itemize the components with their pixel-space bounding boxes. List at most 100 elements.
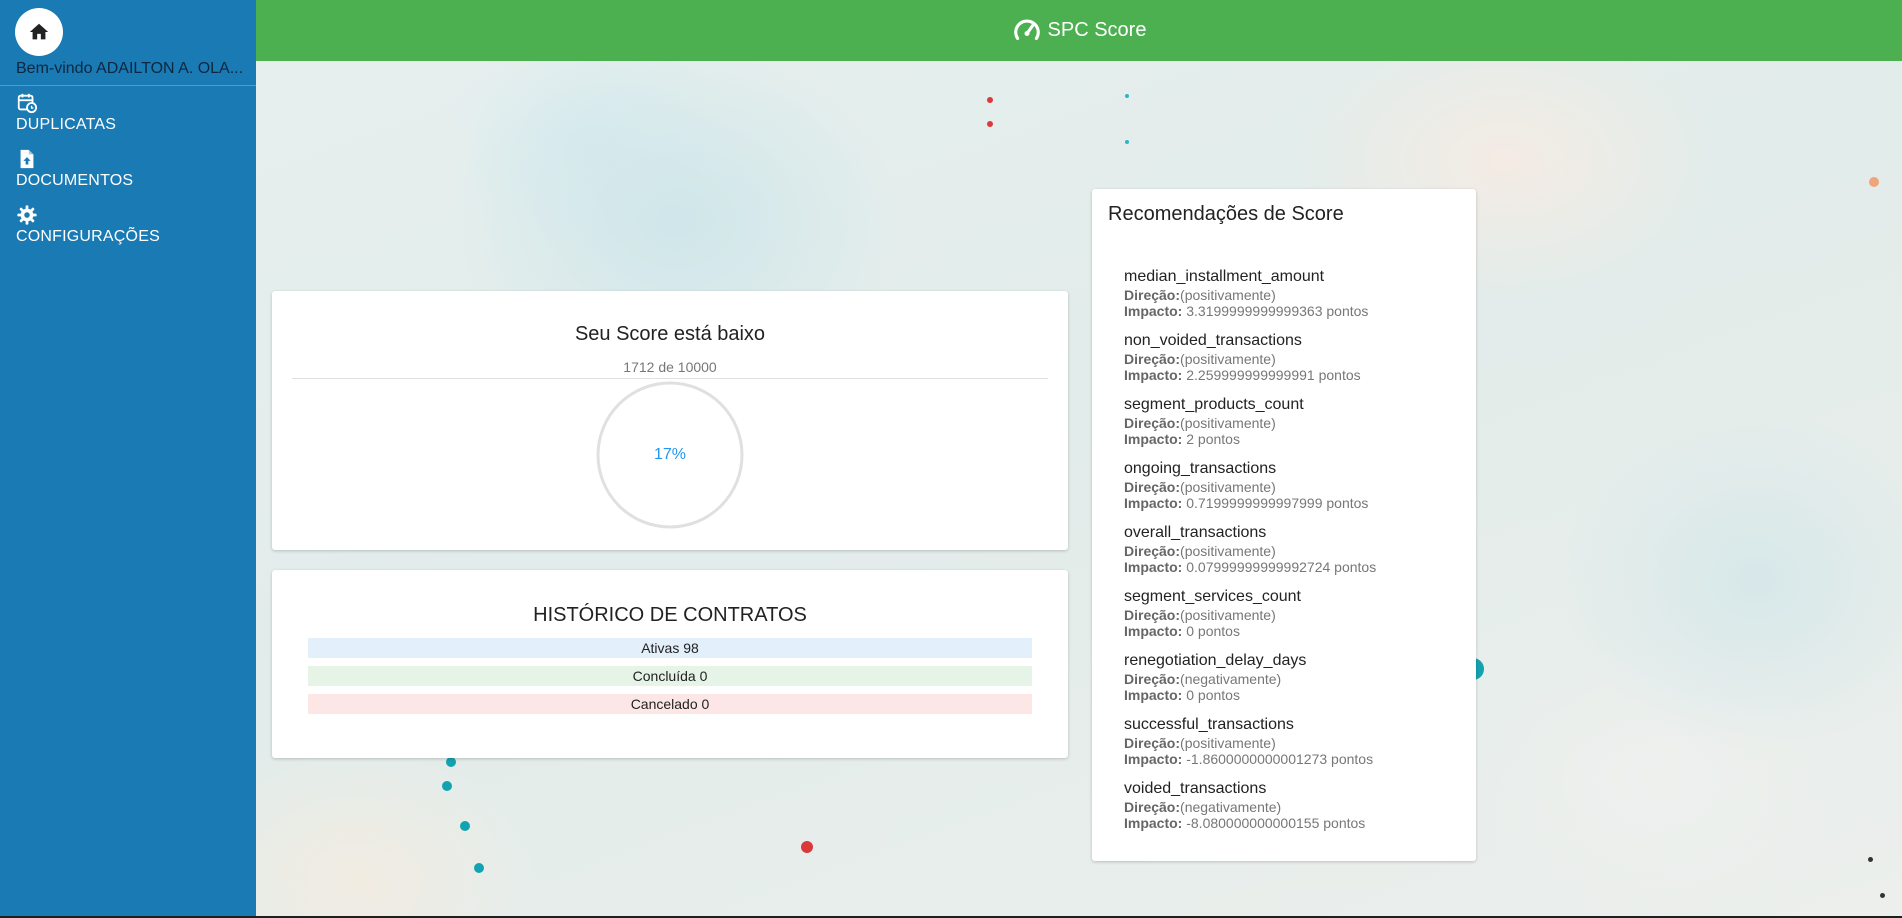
- impact-label: Impacto:: [1124, 687, 1183, 703]
- recommendation-direction: Direção:(positivamente): [1124, 735, 1464, 751]
- recommendation-direction: Direção:(positivamente): [1124, 607, 1464, 623]
- score-value: 1712 de 10000: [623, 359, 717, 375]
- welcome-text: Bem-vindo ADAILTON A. OLA...: [16, 60, 244, 77]
- direction-label: Direção:: [1124, 479, 1181, 495]
- paint-dot: [446, 757, 456, 767]
- contracts-active-bar: Ativas 98: [308, 638, 1032, 658]
- direction-label: Direção:: [1124, 351, 1181, 367]
- impact-label: Impacto:: [1124, 751, 1183, 767]
- recommendation-name: successful_transactions: [1124, 716, 1294, 733]
- direction-value: (negativamente): [1180, 671, 1282, 687]
- recommendation-name: renegotiation_delay_days: [1124, 652, 1307, 669]
- direction-value: (positivamente): [1180, 351, 1276, 367]
- impact-label: Impacto:: [1124, 431, 1183, 447]
- impact-value: 2 pontos: [1186, 431, 1240, 447]
- home-icon: [29, 23, 49, 40]
- direction-label: Direção:: [1124, 607, 1181, 623]
- direction-label: Direção:: [1124, 415, 1181, 431]
- recommendation-impact: Impacto: -8.080000000000155 pontos: [1124, 815, 1464, 831]
- file-upload-icon: [20, 149, 34, 169]
- impact-value: -8.080000000000155 pontos: [1186, 815, 1366, 831]
- recommendation-impact: Impacto: 2.259999999999991 pontos: [1124, 367, 1464, 383]
- impact-value: 0.07999999999992724 pontos: [1186, 559, 1377, 575]
- direction-value: (positivamente): [1180, 479, 1276, 495]
- impact-label: Impacto:: [1124, 559, 1183, 575]
- paint-dot: [987, 121, 993, 127]
- sidebar-item-configuracoes[interactable]: CONFIGURAÇÕES: [16, 204, 236, 246]
- recommendation-direction: Direção:(positivamente): [1124, 415, 1464, 431]
- paint-dot: [442, 781, 452, 791]
- home-button[interactable]: [15, 8, 63, 56]
- impact-value: 0 pontos: [1186, 623, 1240, 639]
- sidebar-item-documentos[interactable]: DOCUMENTOS: [16, 148, 236, 190]
- impact-label: Impacto:: [1124, 815, 1183, 831]
- sidebar-divider: [0, 85, 256, 86]
- sidebar-item-label: DOCUMENTOS: [16, 172, 134, 189]
- direction-value: (positivamente): [1180, 607, 1276, 623]
- impact-value: 0.7199999999997999 pontos: [1186, 495, 1369, 511]
- recommendation-impact: Impacto: 3.3199999999999363 pontos: [1124, 303, 1464, 319]
- score-card: Seu Score está baixo 1712 de 10000 17%: [272, 291, 1068, 550]
- calendar-clock-icon: [17, 93, 38, 114]
- recommendations-title: Recomendações de Score: [1108, 203, 1344, 225]
- recommendation-impact: Impacto: 0.7199999999997999 pontos: [1124, 495, 1464, 511]
- paint-dot: [801, 841, 813, 853]
- recommendation-item: median_installment_amount Direção:(positi…: [1124, 267, 1464, 331]
- paint-dot: [1868, 857, 1873, 862]
- recommendation-name: median_installment_amount: [1124, 268, 1325, 285]
- paint-dot: [474, 863, 484, 873]
- direction-label: Direção:: [1124, 543, 1181, 559]
- direction-label: Direção:: [1124, 671, 1181, 687]
- recommendation-item: segment_products_count Direção:(positivam…: [1124, 395, 1464, 459]
- recommendation-item: overall_transactions Direção:(positivamen…: [1124, 523, 1464, 587]
- direction-label: Direção:: [1124, 287, 1181, 303]
- recommendation-name: ongoing_transactions: [1124, 460, 1277, 477]
- speedometer-icon: [1013, 18, 1040, 40]
- score-title: Seu Score está baixo: [574, 323, 766, 345]
- recommendation-impact: Impacto: 0 pontos: [1124, 687, 1464, 703]
- contracts-history-card: HISTÓRICO DE CONTRATOS Ativas 98 Concluí…: [272, 570, 1068, 758]
- direction-label: Direção:: [1124, 799, 1181, 815]
- recommendation-name: voided_transactions: [1124, 780, 1267, 797]
- paint-dot: [987, 97, 993, 103]
- contracts-history-title: HISTÓRICO DE CONTRATOS: [533, 604, 807, 626]
- recommendation-item: non_voided_transactions Direção:(positiva…: [1124, 331, 1464, 395]
- contracts-canceled-bar: Cancelado 0: [308, 694, 1032, 714]
- recommendation-item: ongoing_transactions Direção:(positivamen…: [1124, 459, 1464, 523]
- sidebar-item-duplicatas[interactable]: DUPLICATAS: [16, 92, 236, 134]
- recommendation-direction: Direção:(negativamente): [1124, 799, 1464, 815]
- impact-value: 0 pontos: [1186, 687, 1240, 703]
- direction-value: (positivamente): [1180, 735, 1276, 751]
- recommendation-impact: Impacto: 0 pontos: [1124, 623, 1464, 639]
- direction-value: (positivamente): [1180, 287, 1276, 303]
- impact-value: -1.8600000000001273 pontos: [1186, 751, 1374, 767]
- sidebar-item-label: CONFIGURAÇÕES: [16, 228, 160, 245]
- recommendation-direction: Direção:(positivamente): [1124, 287, 1464, 303]
- direction-value: (positivamente): [1180, 415, 1276, 431]
- impact-value: 2.259999999999991 pontos: [1186, 367, 1361, 383]
- recommendation-direction: Direção:(positivamente): [1124, 479, 1464, 495]
- sidebar-item-label: DUPLICATAS: [16, 116, 117, 133]
- impact-label: Impacto:: [1124, 367, 1183, 383]
- recommendation-item: voided_transactions Direção:(negativament…: [1124, 779, 1464, 843]
- divider: [292, 378, 1048, 379]
- recommendation-item: segment_services_count Direção:(positivam…: [1124, 587, 1464, 651]
- recommendation-name: segment_products_count: [1124, 396, 1304, 413]
- recommendation-name: overall_transactions: [1124, 524, 1267, 541]
- paint-dot: [1125, 140, 1129, 144]
- recommendations-list: median_installment_amount Direção:(positi…: [1124, 267, 1464, 843]
- recommendation-impact: Impacto: 2 pontos: [1124, 431, 1464, 447]
- score-recommendations-card: Recomendações de Score median_installmen…: [1092, 189, 1476, 861]
- direction-label: Direção:: [1124, 735, 1181, 751]
- impact-label: Impacto:: [1124, 303, 1183, 319]
- contracts-completed-bar: Concluída 0: [308, 666, 1032, 686]
- recommendation-impact: Impacto: 0.07999999999992724 pontos: [1124, 559, 1464, 575]
- sidebar: Bem-vindo ADAILTON A. OLA... DUPLICATAS …: [0, 0, 256, 918]
- impact-value: 3.3199999999999363 pontos: [1186, 303, 1369, 319]
- direction-value: (negativamente): [1180, 799, 1282, 815]
- recommendation-item: renegotiation_delay_days Direção:(negativ…: [1124, 651, 1464, 715]
- recommendation-direction: Direção:(positivamente): [1124, 351, 1464, 367]
- recommendation-impact: Impacto: -1.8600000000001273 pontos: [1124, 751, 1464, 767]
- paint-dot: [460, 821, 470, 831]
- paint-dot: [1880, 893, 1885, 898]
